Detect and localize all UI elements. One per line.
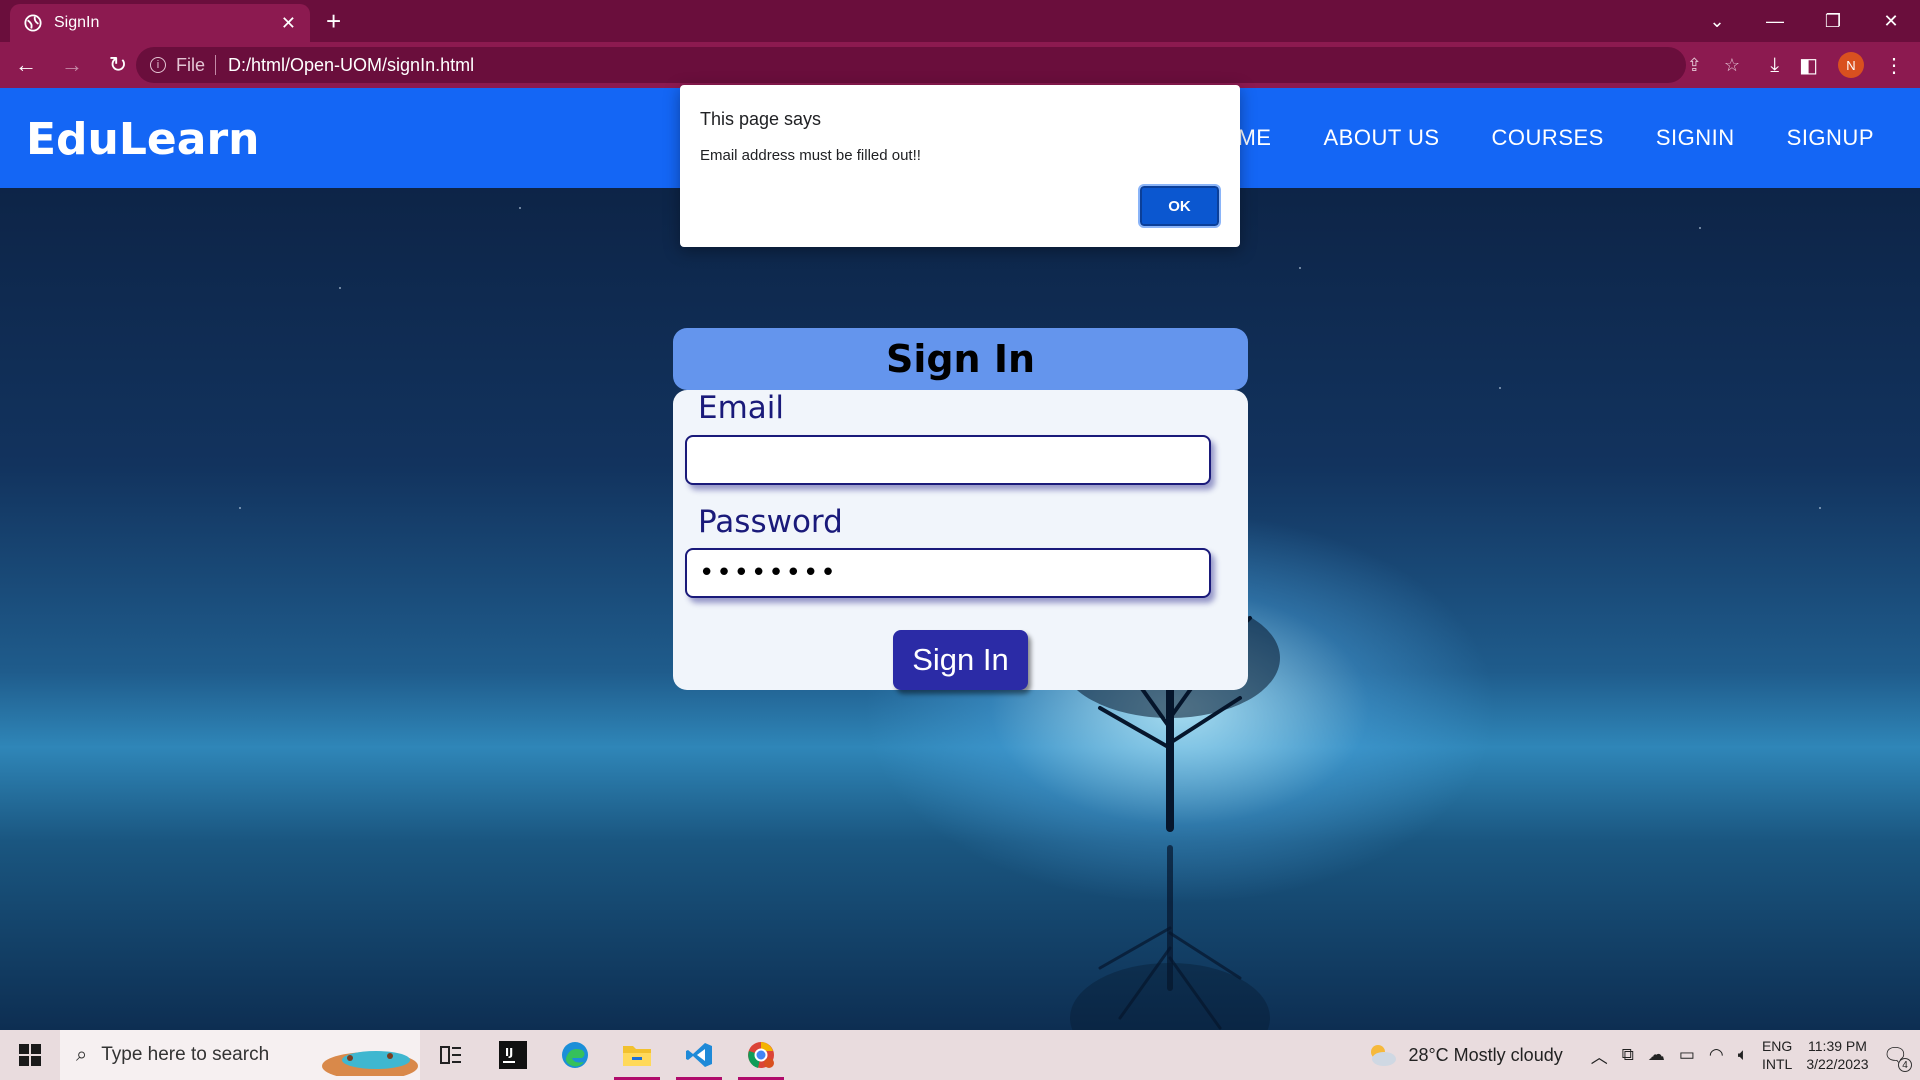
browser-tabstrip: SignIn ✕ + ⌄ — ❐ ✕	[0, 0, 1920, 42]
window-controls: ⌄ — ❐ ✕	[1688, 0, 1920, 42]
file-explorer-icon[interactable]	[606, 1030, 668, 1080]
search-highlight-art	[322, 1051, 418, 1076]
alert-ok-button[interactable]: OK	[1138, 184, 1221, 228]
vscode-icon[interactable]	[668, 1030, 730, 1080]
search-placeholder: Type here to search	[101, 1044, 270, 1065]
signin-submit-button[interactable]: Sign In	[893, 630, 1028, 690]
close-window-icon[interactable]: ✕	[1862, 11, 1920, 32]
alert-dialog: This page says Email address must be fil…	[680, 85, 1240, 247]
new-tab-button[interactable]: +	[326, 8, 341, 34]
browser-tab[interactable]: SignIn ✕	[10, 4, 310, 42]
input-language[interactable]: ENG INTL	[1762, 1037, 1792, 1073]
close-tab-icon[interactable]: ✕	[281, 13, 296, 34]
site-menu: OME ABOUT US COURSES SIGNIN SIGNUP	[1220, 88, 1874, 188]
menu-kebab-icon[interactable]: ⋮	[1884, 53, 1904, 78]
signin-heading: Sign In	[885, 337, 1036, 381]
minimize-icon[interactable]: —	[1746, 11, 1804, 32]
search-icon: ⌕	[76, 1043, 88, 1066]
lang-bottom: INTL	[1761, 1056, 1793, 1072]
cloudy-weather-icon	[1371, 1045, 1397, 1066]
clock-date: 3/22/2023	[1806, 1056, 1869, 1072]
edge-browser-icon[interactable]	[544, 1030, 606, 1080]
wifi-icon[interactable]: ◠	[1709, 1045, 1724, 1065]
signin-form: Email Password •••••••• Sign In	[673, 390, 1248, 690]
tab-title: SignIn	[54, 14, 100, 31]
url-scheme: File	[176, 54, 206, 75]
browser-toolbar: ← → ↻ i File D:/html/Open-UOM/signIn.htm…	[0, 42, 1920, 88]
side-panel-icon[interactable]: ◧	[1799, 53, 1818, 78]
email-label: Email	[698, 390, 785, 426]
chevron-up-icon[interactable]: ︿	[1591, 1043, 1608, 1068]
globe-icon	[24, 14, 42, 32]
nav-signin[interactable]: SIGNIN	[1656, 125, 1735, 151]
back-arrow-icon[interactable]: ←	[6, 45, 46, 85]
url-divider	[215, 55, 217, 75]
intellij-icon[interactable]: IJ	[482, 1030, 544, 1080]
nav-courses[interactable]: COURSES	[1492, 125, 1604, 151]
nav-about-us[interactable]: ABOUT US	[1323, 125, 1439, 151]
url-text[interactable]: D:/html/Open-UOM/signIn.html	[228, 55, 474, 76]
task-view-icon[interactable]	[420, 1030, 482, 1080]
clock-time: 11:39 PM	[1808, 1038, 1867, 1054]
bookmark-star-icon[interactable]: ☆	[1724, 55, 1740, 76]
windows-taskbar: ⌕ Type here to search IJ 28°C Mostly clo…	[0, 1030, 1920, 1080]
restore-icon[interactable]: ❐	[1804, 11, 1862, 32]
forward-arrow-icon[interactable]: →	[52, 45, 92, 85]
address-bar[interactable]: i File D:/html/Open-UOM/signIn.html	[136, 47, 1686, 83]
volume-icon[interactable]: 🔈︎	[1738, 1045, 1748, 1065]
windows-start-icon[interactable]	[0, 1030, 60, 1080]
tab-search-icon[interactable]: ⌄	[1688, 11, 1746, 32]
lang-top: ENG	[1761, 1038, 1793, 1054]
site-logo[interactable]: EduLearn	[26, 114, 259, 165]
battery-icon[interactable]: ▭	[1679, 1045, 1695, 1065]
info-icon[interactable]: i	[150, 57, 166, 73]
profile-avatar[interactable]: N	[1838, 52, 1864, 78]
omnibox-actions: ⇪ ☆	[1687, 47, 1740, 83]
weather-widget[interactable]: 28°C Mostly cloudy	[1366, 1042, 1563, 1068]
browser-actions: ⤓ ◧ N ⋮	[1770, 42, 1904, 88]
taskbar-search[interactable]: ⌕ Type here to search	[60, 1030, 420, 1080]
nav-signup[interactable]: SIGNUP	[1787, 125, 1874, 151]
alert-message: Email address must be filled out!!	[700, 147, 921, 164]
password-field[interactable]: ••••••••	[685, 548, 1211, 598]
reload-icon[interactable]: ↻	[98, 45, 138, 85]
notification-icon[interactable]: 🗨︎ 4	[1883, 1043, 1912, 1072]
weather-text: 28°C Mostly cloudy	[1408, 1044, 1563, 1065]
system-tray: 28°C Mostly cloudy ︿ ⧉ ☁ ▭ ◠ 🔈︎ ENG INTL…	[1366, 1030, 1920, 1080]
chrome-icon[interactable]	[730, 1030, 792, 1080]
svg-text:IJ: IJ	[505, 1046, 513, 1059]
download-icon[interactable]: ⤓	[1770, 54, 1779, 77]
notification-count: 4	[1898, 1057, 1912, 1072]
system-clock[interactable]: 11:39 PM 3/22/2023	[1806, 1037, 1868, 1073]
signin-card-header: Sign In	[673, 328, 1248, 390]
password-label: Password	[698, 504, 843, 540]
email-field[interactable]	[685, 435, 1211, 485]
share-icon[interactable]: ⇪	[1687, 55, 1702, 76]
alert-title: This page says	[700, 109, 822, 129]
meet-now-icon[interactable]: ⧉	[1622, 1045, 1634, 1065]
cloud-sync-icon[interactable]: ☁	[1648, 1045, 1665, 1065]
